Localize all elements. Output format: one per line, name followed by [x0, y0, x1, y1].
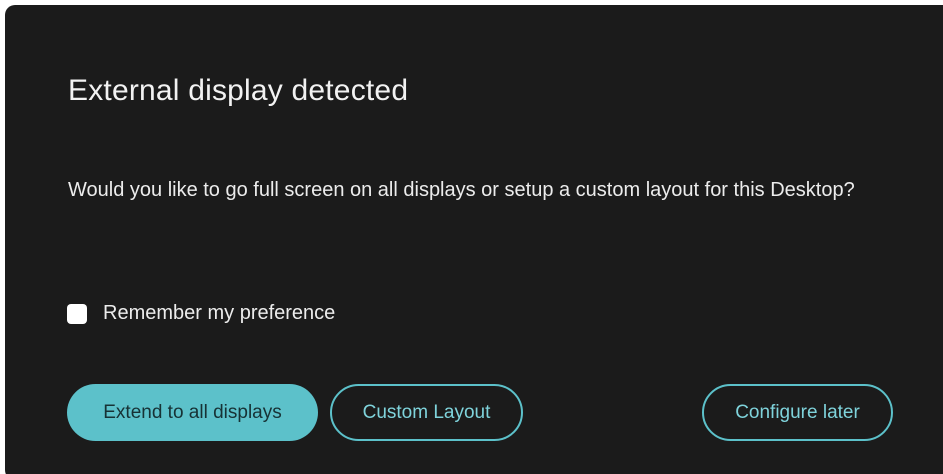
external-display-dialog: External display detected Would you like…	[5, 5, 943, 474]
remember-preference-option[interactable]: Remember my preference	[67, 302, 335, 325]
custom-layout-button[interactable]: Custom Layout	[330, 384, 523, 441]
dialog-title: External display detected	[68, 74, 409, 107]
extend-to-all-displays-button[interactable]: Extend to all displays	[67, 384, 318, 441]
remember-preference-checkbox[interactable]	[67, 303, 87, 324]
dialog-message: Would you like to go full screen on all …	[68, 179, 855, 201]
configure-later-button[interactable]: Configure later	[702, 384, 893, 441]
remember-preference-label: Remember my preference	[103, 302, 336, 324]
